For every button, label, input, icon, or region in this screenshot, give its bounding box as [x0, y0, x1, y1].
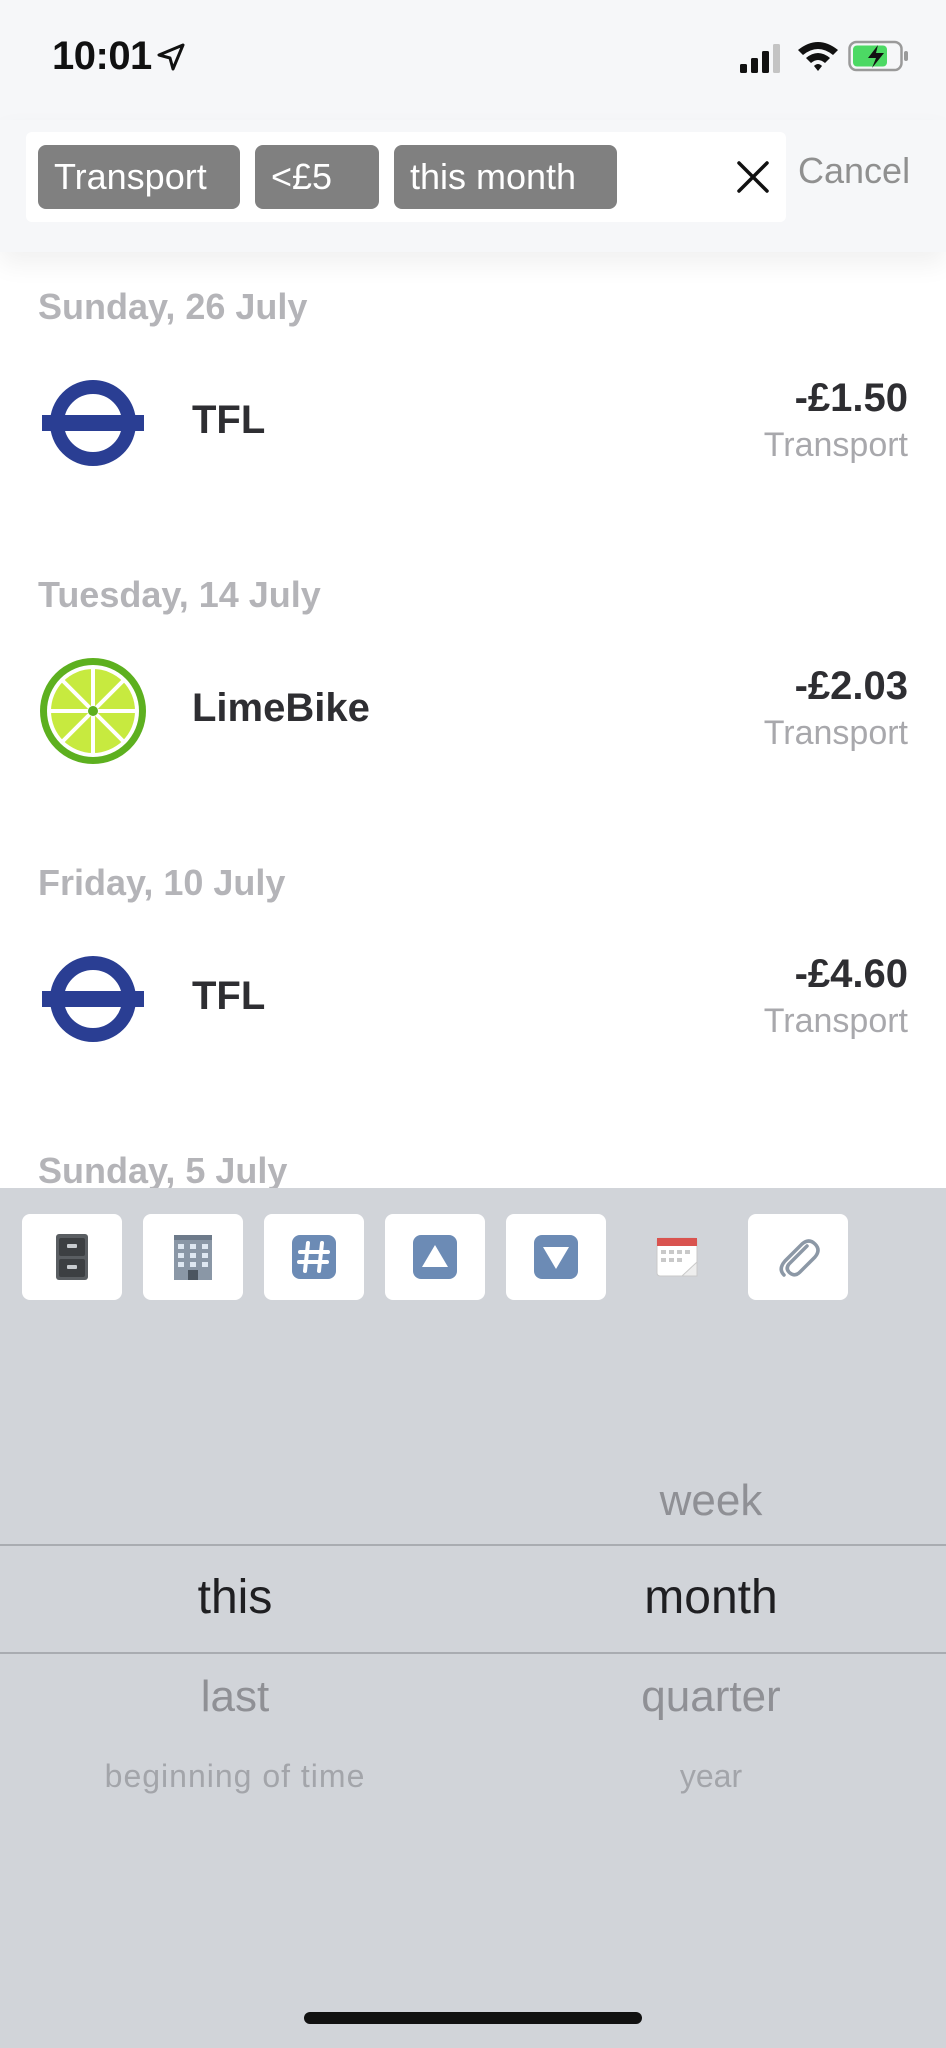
tfl-roundel-icon — [42, 380, 144, 466]
filter-chip-category[interactable]: Transport — [38, 145, 240, 209]
picker-option-selected[interactable]: month — [476, 1570, 946, 1625]
picker-selection-top-line — [0, 1544, 946, 1546]
date-header: Sunday, 26 July — [38, 286, 308, 327]
transaction-row[interactable]: TFL -£1.50 Transport — [0, 350, 946, 500]
status-bar: 10:01 — [0, 0, 946, 120]
office-building-icon — [174, 1235, 212, 1280]
merchant-name: LimeBike — [192, 686, 370, 730]
picker-option-selected[interactable]: this — [0, 1570, 470, 1625]
picker-option[interactable]: beginning of time — [0, 1758, 470, 1795]
clear-search-icon[interactable] — [734, 158, 772, 196]
filing-cabinet-icon — [56, 1234, 88, 1280]
transaction-amount: -£2.03 — [794, 664, 908, 708]
picker-option[interactable]: year — [476, 1758, 946, 1795]
filter-chip-amount[interactable]: <£5 — [255, 145, 379, 209]
toolbar-button-up-arrow[interactable] — [385, 1214, 485, 1300]
transaction-category: Transport — [763, 1002, 908, 1040]
cancel-button[interactable]: Cancel — [798, 150, 910, 192]
picker-option[interactable]: quarter — [476, 1672, 946, 1722]
lime-slice-icon — [40, 658, 146, 764]
toolbar-button-office-building[interactable] — [143, 1214, 243, 1300]
transaction-row[interactable]: LimeBike -£2.03 Transport — [0, 638, 946, 788]
filter-chip-date[interactable]: this month — [394, 145, 617, 209]
picker-selection-bottom-line — [0, 1652, 946, 1654]
transaction-category: Transport — [763, 426, 908, 464]
status-time: 10:01 — [52, 34, 152, 78]
cellular-signal-icon — [740, 44, 780, 73]
picker-option[interactable]: week — [476, 1476, 946, 1526]
wifi-icon — [798, 42, 838, 71]
merchant-name: TFL — [192, 398, 266, 442]
merchant-name: TFL — [192, 974, 266, 1018]
toolbar-button-calendar[interactable] — [627, 1214, 727, 1300]
transaction-category: Transport — [763, 714, 908, 752]
transaction-list[interactable]: Sunday, 26 July TFL -£1.50 Transport Tue… — [0, 252, 946, 1188]
toolbar-button-filing-cabinet[interactable] — [22, 1214, 122, 1300]
transaction-amount: -£1.50 — [794, 376, 908, 420]
tfl-roundel-icon — [42, 956, 144, 1042]
location-arrow-icon — [157, 43, 185, 71]
toolbar-button-hashtag[interactable] — [264, 1214, 364, 1300]
home-indicator[interactable] — [304, 2012, 642, 2024]
calendar-icon — [656, 1237, 698, 1277]
toolbar-button-down-arrow[interactable] — [506, 1214, 606, 1300]
search-filter-field[interactable]: Transport <£5 this month — [26, 132, 786, 222]
date-header: Friday, 10 July — [38, 862, 286, 903]
down-arrow-icon — [534, 1235, 578, 1279]
hashtag-icon — [292, 1235, 336, 1279]
transaction-row[interactable]: TFL -£4.60 Transport — [0, 926, 946, 1076]
date-header: Sunday, 5 July — [38, 1150, 288, 1188]
transaction-amount: -£4.60 — [794, 952, 908, 996]
search-header: Transport <£5 this month Cancel — [0, 120, 946, 252]
picker-option[interactable]: last — [0, 1672, 470, 1722]
toolbar-button-paperclip[interactable] — [748, 1214, 848, 1300]
date-header: Tuesday, 14 July — [38, 574, 321, 615]
paperclip-icon — [779, 1239, 820, 1277]
battery-charging-icon — [848, 40, 908, 72]
up-arrow-icon — [413, 1235, 457, 1279]
